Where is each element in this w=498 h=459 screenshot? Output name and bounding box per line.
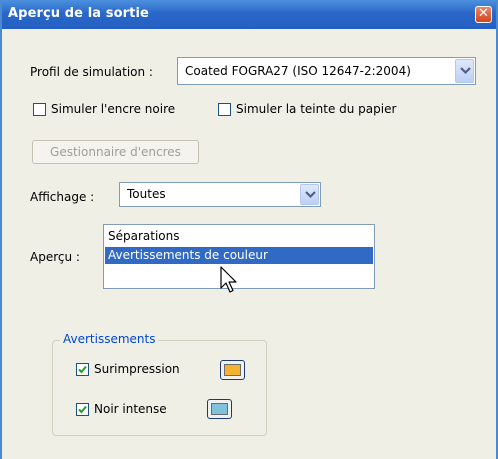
- ink-manager-button[interactable]: Gestionnaire d'encres: [32, 140, 199, 164]
- display-value: Toutes: [127, 187, 166, 201]
- rich-black-box[interactable]: [76, 403, 89, 416]
- warnings-groupbox: [52, 340, 267, 436]
- warnings-group-title: Avertissements: [60, 332, 159, 346]
- display-label: Affichage :: [30, 190, 95, 204]
- title-bar[interactable]: Aperçu de la sortie ✕: [2, 0, 496, 29]
- checkmark-icon: [78, 365, 87, 374]
- list-item-separations[interactable]: Séparations: [105, 228, 373, 245]
- simulate-black-ink-label: Simuler l'encre noire: [51, 102, 176, 116]
- window-title: Aperçu de la sortie: [8, 6, 149, 21]
- overprint-label: Surimpression: [94, 362, 180, 376]
- simulation-profile-label: Profil de simulation :: [30, 65, 153, 79]
- overprint-color-swatch[interactable]: [220, 360, 245, 380]
- simulate-black-ink-box[interactable]: [33, 103, 46, 116]
- chevron-down-icon: [460, 67, 471, 75]
- cursor-arrow-icon: [220, 266, 237, 293]
- simulation-profile-dropdown[interactable]: Coated FOGRA27 (ISO 12647-2:2004): [177, 57, 476, 85]
- overprint-color-fill: [224, 364, 241, 376]
- rich-black-color-fill: [211, 403, 228, 415]
- output-preview-window: Aperçu de la sortie ✕ Profil de simulati…: [0, 0, 498, 459]
- simulate-paper-tint-box[interactable]: [218, 103, 231, 116]
- display-dropdown[interactable]: Toutes: [119, 182, 321, 207]
- preview-label: Aperçu :: [30, 250, 80, 264]
- simulate-paper-tint-label: Simuler la teinte du papier: [236, 102, 397, 116]
- chevron-down-icon: [305, 191, 316, 199]
- rich-black-color-swatch[interactable]: [207, 399, 232, 419]
- checkmark-icon: [78, 405, 87, 414]
- list-item-color-warnings[interactable]: Avertissements de couleur: [105, 247, 373, 264]
- close-icon: ✕: [478, 6, 489, 21]
- rich-black-label: Noir intense: [94, 402, 167, 416]
- display-dropdown-button[interactable]: [300, 184, 319, 205]
- close-button[interactable]: ✕: [475, 6, 492, 23]
- overprint-box[interactable]: [76, 363, 89, 376]
- simulation-profile-dropdown-button[interactable]: [455, 59, 474, 83]
- simulation-profile-value: Coated FOGRA27 (ISO 12647-2:2004): [185, 64, 411, 78]
